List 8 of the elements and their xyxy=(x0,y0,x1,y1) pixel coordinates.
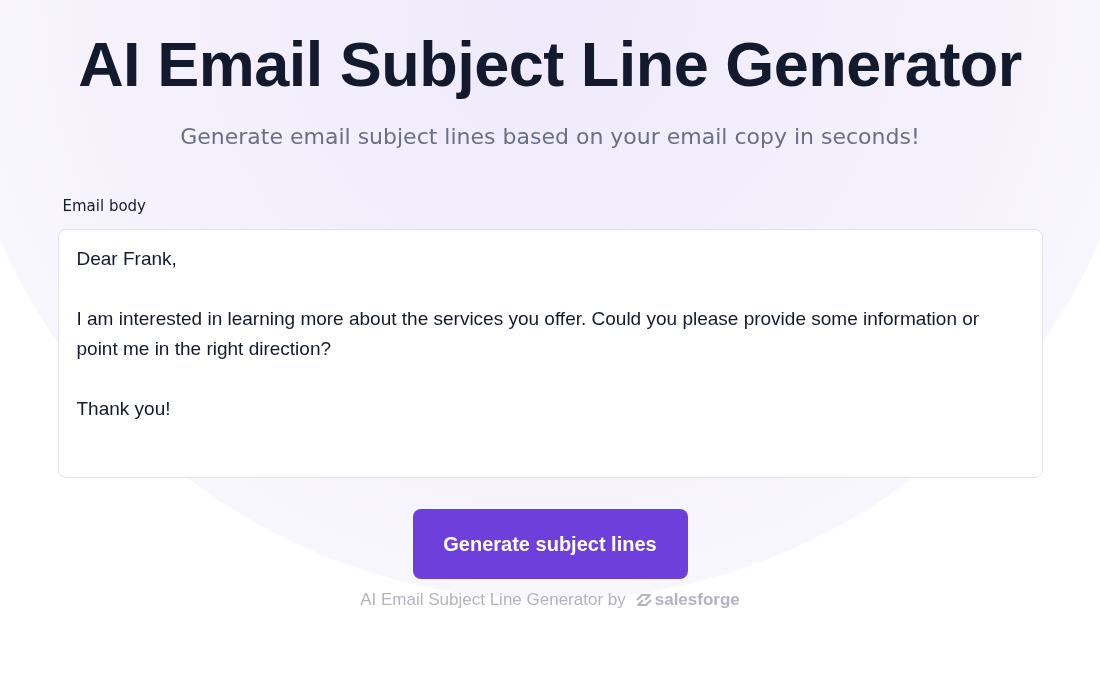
field-label: Email body xyxy=(62,197,146,215)
brand-name: salesforge xyxy=(654,590,740,610)
email-body-field[interactable]: Dear Frank, I am interested in learning more about the services you offer. Could you please provide some information or point me in the right direction? Thank you! xyxy=(57,229,1043,478)
generate-button[interactable]: Generate subject lines xyxy=(412,509,688,579)
page-subtitle: Generate email subject lines based on your email copy in seconds! xyxy=(180,124,920,149)
logo-icon xyxy=(635,593,652,607)
footer-text: AI Email Subject Line Generator by xyxy=(360,590,626,610)
page-title: AI Email Subject Line Generator xyxy=(78,28,1022,100)
